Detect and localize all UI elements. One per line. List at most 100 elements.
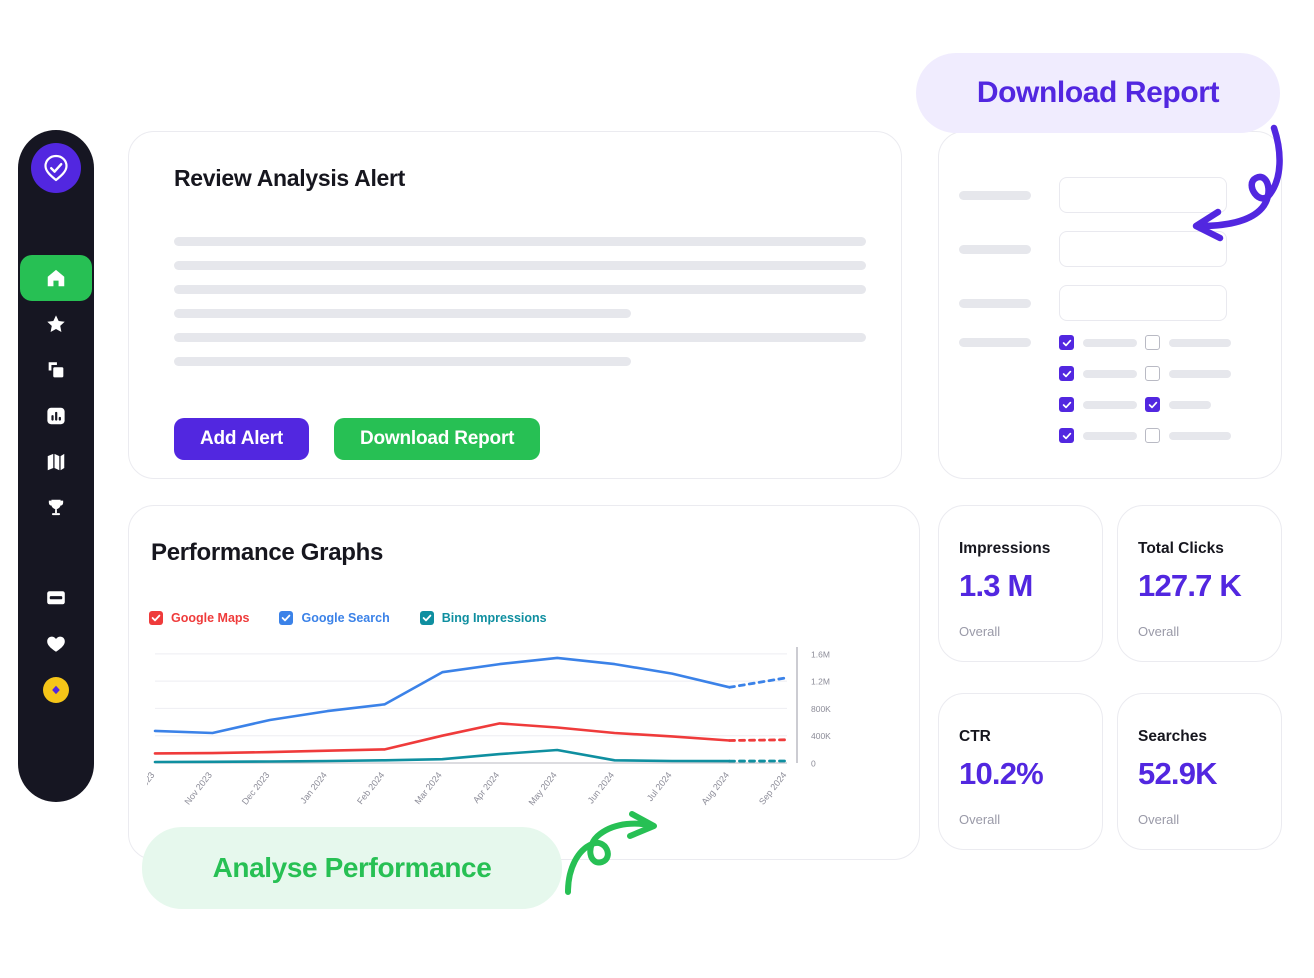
copy-icon — [48, 362, 64, 378]
sidebar-item-analytics[interactable] — [20, 393, 92, 439]
performance-card-title: Performance Graphs — [151, 539, 384, 566]
kpi-label: CTR — [959, 728, 991, 745]
checkbox-item[interactable] — [1145, 366, 1231, 381]
chart-x-tick-label: Sep 2024 — [757, 770, 789, 807]
legend-label: Google Maps — [171, 611, 250, 625]
checkbox-row — [959, 397, 1263, 412]
kpi-value: 52.9K — [1138, 756, 1218, 791]
kpi-value: 10.2% — [959, 756, 1044, 791]
legend-checkbox-checked-icon[interactable] — [149, 611, 163, 625]
checkbox-unchecked-icon[interactable] — [1145, 366, 1160, 381]
checkbox-item[interactable] — [1145, 397, 1231, 412]
kpi-subtitle: Overall — [1138, 812, 1180, 827]
kpi-value: 1.3 M — [959, 568, 1033, 603]
sidebar-item-rewards[interactable] — [20, 667, 92, 713]
dashboard-screenshot: Review Analysis Alert Add Alert Download… — [0, 0, 1314, 978]
checkbox-item[interactable] — [1059, 335, 1145, 350]
checkbox-label-skeleton — [1083, 369, 1137, 378]
chart-x-tick-label: Oct 2023 — [147, 770, 157, 805]
app-logo[interactable] — [31, 143, 81, 193]
callout-analyse-performance: Analyse Performance — [142, 827, 562, 909]
skeleton-line — [174, 357, 631, 366]
sidebar-item-duplicate[interactable] — [20, 347, 92, 393]
checkbox-group-label-skeleton — [959, 338, 1031, 347]
download-report-button[interactable]: Download Report — [334, 418, 541, 460]
heart-icon — [47, 636, 65, 652]
curly-arrow-purple-icon — [1192, 124, 1283, 242]
checkbox-item[interactable] — [1145, 335, 1231, 350]
chart-series-forecast-google-maps — [728, 738, 789, 742]
chart-y-tick-label: 1.2M — [811, 677, 830, 687]
checkbox-row — [959, 366, 1263, 381]
kpi-label: Impressions — [959, 540, 1051, 557]
legend-item[interactable]: Google Search — [279, 611, 390, 625]
sidebar-item-saved[interactable] — [20, 621, 92, 667]
checkbox-unchecked-icon[interactable] — [1145, 428, 1160, 443]
kpi-subtitle: Overall — [1138, 624, 1180, 639]
credit-card-icon — [47, 591, 65, 605]
form-input-3[interactable] — [1059, 285, 1227, 321]
chart-x-tick-label: Mar 2024 — [413, 770, 444, 806]
field-label-skeleton — [959, 298, 1031, 308]
chart-x-tick-label: Nov 2023 — [182, 770, 214, 807]
checkbox-row — [959, 428, 1263, 443]
kpi-card-impressions: Impressions 1.3 M Overall — [938, 505, 1103, 662]
chart-y-tick-label: 0 — [811, 759, 816, 769]
callout-download-report: Download Report — [916, 53, 1280, 133]
map-icon — [47, 453, 65, 471]
diamond-coin-icon — [43, 677, 69, 703]
review-card-title: Review Analysis Alert — [174, 165, 406, 191]
sidebar-item-maps[interactable] — [20, 439, 92, 485]
legend-checkbox-checked-icon[interactable] — [419, 611, 434, 625]
chart-x-tick-label: Jul 2024 — [645, 770, 674, 803]
legend-item[interactable]: Google Maps — [149, 611, 249, 625]
skeleton-line — [174, 237, 866, 246]
sidebar-item-favorites[interactable] — [20, 301, 92, 347]
field-label-skeleton — [959, 190, 1031, 200]
sidebar-item-billing[interactable] — [20, 575, 92, 621]
kpi-subtitle: Overall — [959, 812, 1001, 827]
trophy-icon — [48, 499, 64, 516]
checkbox-checked-icon[interactable] — [1059, 428, 1074, 443]
chart-x-tick-label: Jan 2024 — [298, 770, 329, 805]
chart-y-tick-label: 400K — [811, 731, 831, 741]
checkbox-unchecked-icon[interactable] — [1145, 335, 1160, 350]
add-alert-button[interactable]: Add Alert — [174, 418, 309, 460]
curly-arrow-green-icon — [565, 811, 657, 895]
field-label-skeleton — [959, 244, 1031, 254]
legend-checkbox-checked-icon[interactable] — [279, 611, 294, 625]
kpi-label: Total Clicks — [1138, 540, 1224, 557]
chart-series-line-google-search — [153, 656, 731, 735]
kpi-subtitle: Overall — [959, 624, 1001, 639]
chart-legend: Google Maps Google Search Bing Impressions — [149, 611, 547, 625]
checkbox-label-skeleton — [1083, 431, 1137, 440]
chart-x-tick-label: Aug 2024 — [700, 770, 732, 807]
star-icon — [47, 315, 65, 332]
checkbox-checked-icon[interactable] — [1059, 397, 1074, 412]
kpi-card-ctr: CTR 10.2% Overall — [938, 693, 1103, 850]
bar-chart-icon — [47, 407, 65, 425]
legend-item[interactable]: Bing Impressions — [419, 611, 547, 625]
checkbox-label-skeleton — [1169, 369, 1231, 378]
legend-label: Bing Impressions — [441, 611, 547, 625]
checkbox-checked-icon[interactable] — [1145, 397, 1160, 412]
checkbox-label-skeleton — [1083, 338, 1137, 347]
sidebar-item-home[interactable] — [20, 255, 92, 301]
skeleton-line — [174, 309, 631, 318]
checkbox-item[interactable] — [1059, 397, 1145, 412]
sidebar-item-rankings[interactable] — [20, 485, 92, 531]
review-card-actions: Add Alert Download Report — [174, 418, 541, 460]
performance-graphs-card: Performance Graphs Google Maps Google Sea… — [126, 505, 920, 860]
checkbox-label-skeleton — [1169, 338, 1231, 347]
chart-x-tick-label: Jun 2024 — [586, 770, 617, 805]
chart-x-tick-label: May 2024 — [527, 770, 559, 807]
checkbox-item[interactable] — [1059, 366, 1145, 381]
sidebar-nav — [18, 255, 94, 713]
kpi-label: Searches — [1138, 728, 1207, 745]
checkbox-item[interactable] — [1059, 428, 1145, 443]
checkbox-label-skeleton — [1083, 400, 1137, 409]
checkbox-checked-icon[interactable] — [1059, 366, 1074, 381]
legend-label: Google Search — [301, 611, 390, 625]
checkbox-checked-icon[interactable] — [1059, 335, 1074, 350]
checkbox-item[interactable] — [1145, 428, 1231, 443]
